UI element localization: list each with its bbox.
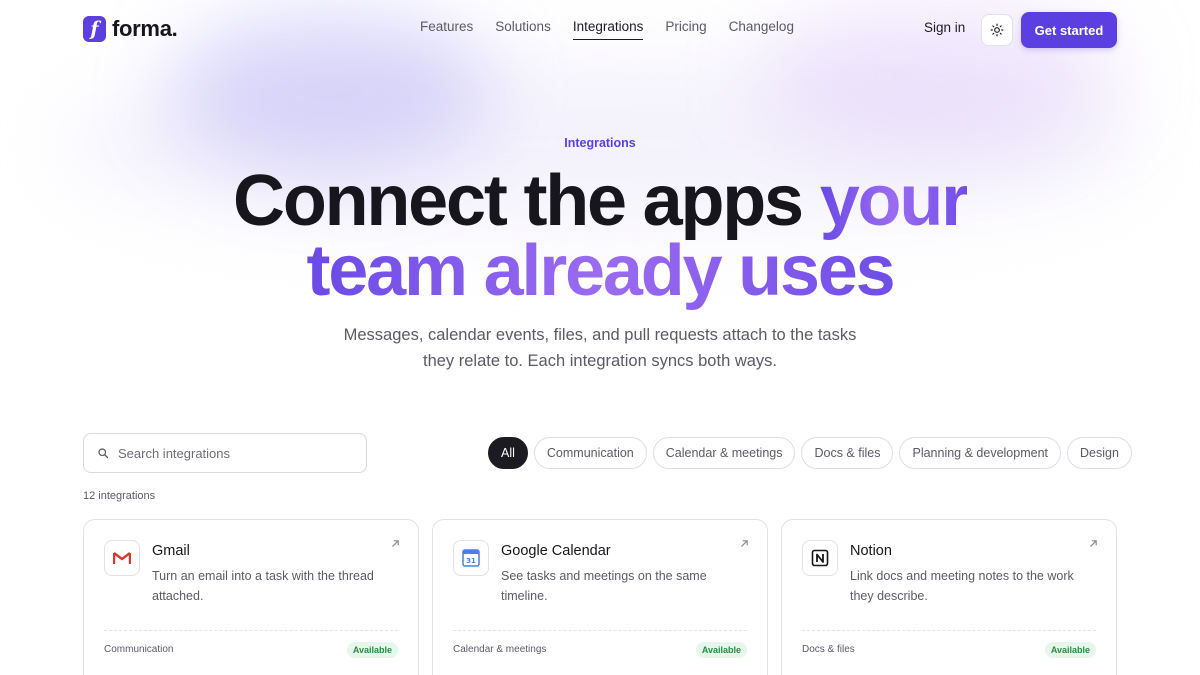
search-input[interactable] — [118, 445, 338, 461]
status-badge: Available — [695, 642, 747, 658]
filter-chip-planning-development[interactable]: Planning & development — [899, 437, 1061, 469]
integration-card-notion[interactable]: Notion Link docs and meeting notes to th… — [781, 519, 1117, 675]
hero-subtitle-line1: Messages, calendar events, files, and pu… — [343, 326, 857, 344]
integration-count: 12 integrations — [83, 490, 156, 502]
top-nav: f forma. Features Solutions Integrations… — [0, 0, 1200, 60]
get-started-button[interactable]: Get started — [1021, 12, 1117, 48]
nav-link-changelog[interactable]: Changelog — [729, 19, 794, 40]
card-divider — [802, 630, 1096, 631]
card-description: Link docs and meeting notes to the work … — [850, 569, 1074, 603]
filter-chips: All Communication Calendar & meetings Do… — [488, 437, 1132, 469]
nav-link-solutions[interactable]: Solutions — [495, 19, 551, 40]
search-icon — [98, 448, 109, 459]
nav-links: Features Solutions Integrations Pricing … — [420, 19, 794, 40]
search-box[interactable] — [83, 433, 367, 473]
integration-card-gmail[interactable]: Gmail Turn an email into a task with the… — [83, 519, 419, 675]
svg-text:31: 31 — [466, 557, 476, 565]
card-category: Calendar & meetings — [453, 644, 547, 655]
integration-grid: Gmail Turn an email into a task with the… — [83, 519, 1117, 675]
external-link-icon — [1090, 540, 1097, 547]
brand-logo[interactable]: f forma. — [83, 16, 178, 42]
card-description: Turn an email into a task with the threa… — [152, 569, 374, 603]
nav-link-pricing[interactable]: Pricing — [665, 19, 706, 40]
headline-text-accent: your — [819, 161, 969, 241]
filter-chip-calendar-meetings[interactable]: Calendar & meetings — [652, 437, 796, 469]
card-description: See tasks and meetings on the same timel… — [501, 569, 707, 603]
card-category: Communication — [104, 644, 174, 655]
card-title: Notion — [850, 543, 892, 559]
card-title: Google Calendar — [501, 543, 611, 559]
card-title: Gmail — [152, 543, 190, 559]
headline-text-dark: Connect the apps — [233, 161, 820, 241]
headline-text-accent-line2: team already uses — [306, 231, 896, 311]
hero-headline: Connect the apps your team already uses — [0, 165, 1200, 307]
sign-in-link[interactable]: Sign in — [924, 20, 965, 35]
brand-name: forma. — [112, 16, 178, 41]
theme-toggle-button[interactable] — [981, 14, 1013, 46]
logo-mark-icon: f — [83, 16, 106, 42]
hero-eyebrow: Integrations — [564, 136, 636, 150]
external-link-icon — [392, 540, 399, 547]
nav-link-integrations[interactable]: Integrations — [572, 19, 644, 40]
integration-card-google-calendar[interactable]: 31 Google Calendar See tasks and meeting… — [432, 519, 768, 675]
status-badge: Available — [346, 642, 398, 658]
hero-subtitle: Messages, calendar events, files, and pu… — [300, 322, 900, 374]
google-calendar-icon: 31 — [453, 540, 489, 576]
card-divider — [104, 630, 398, 631]
card-category: Docs & files — [802, 644, 855, 655]
external-link-icon — [741, 540, 748, 547]
nav-link-features[interactable]: Features — [420, 19, 473, 40]
status-badge: Available — [1044, 642, 1096, 658]
filter-chip-all[interactable]: All — [488, 437, 528, 469]
filter-chip-docs-files[interactable]: Docs & files — [801, 437, 894, 469]
hero-subtitle-line2: they relate to. Each integration syncs b… — [422, 352, 778, 370]
sun-icon — [990, 23, 1004, 37]
card-divider — [453, 630, 747, 631]
filter-chip-communication[interactable]: Communication — [533, 437, 647, 469]
filter-chip-design[interactable]: Design — [1067, 437, 1132, 469]
gmail-icon — [104, 540, 140, 576]
notion-icon — [802, 540, 838, 576]
